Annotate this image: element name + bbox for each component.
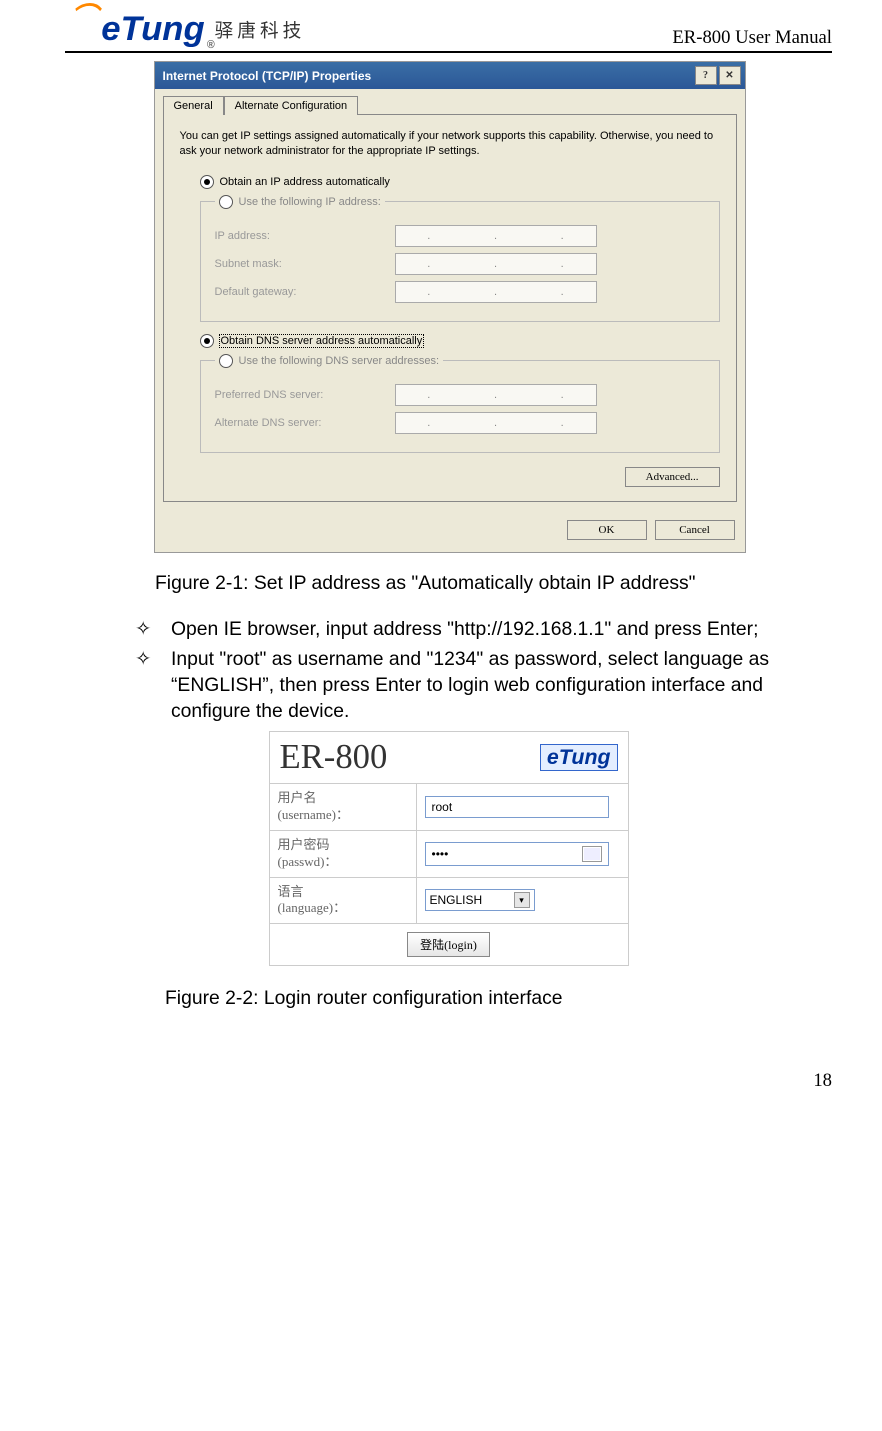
username-input[interactable]: root <box>425 796 609 818</box>
step2-text: Input "root" as username and "1234" as p… <box>171 647 832 725</box>
password-row: 用户密码 (passwd)： •••• <box>270 831 628 878</box>
subnet-label: Subnet mask: <box>215 258 395 270</box>
password-input[interactable]: •••• <box>425 842 609 866</box>
login-header: ER-800 eTung <box>270 732 628 784</box>
diamond-bullet-icon: ✧ <box>135 647 171 725</box>
step1-text: Open IE browser, input address "http://1… <box>171 617 758 643</box>
radio-checked-icon <box>200 175 214 189</box>
advanced-button[interactable]: Advanced... <box>625 467 720 487</box>
instruction-list: ✧ Open IE browser, input address "http:/… <box>135 617 832 725</box>
username-value: root <box>432 800 453 814</box>
username-row: 用户名 (username)： root <box>270 784 628 831</box>
radio-obtain-ip-auto[interactable]: Obtain an IP address automatically <box>200 175 720 189</box>
close-button[interactable]: ✕ <box>719 66 741 85</box>
wifi-arc-icon: ⌒ <box>71 2 98 32</box>
gateway-input[interactable]: ... <box>395 281 597 303</box>
product-name: ER-800 <box>280 738 388 777</box>
radio-unchecked-icon <box>219 354 233 368</box>
static-ip-group: Use the following IP address: IP address… <box>200 195 720 322</box>
radio-obtain-dns-auto[interactable]: Obtain DNS server address automatically <box>200 334 720 348</box>
language-label: 语言 (language)： <box>270 878 417 924</box>
ok-button[interactable]: OK <box>567 520 647 540</box>
page-number: 18 <box>65 1070 832 1092</box>
subnet-field: Subnet mask: ... <box>215 253 705 275</box>
radio-static-dns-label: Use the following DNS server addresses: <box>239 355 440 367</box>
password-label: 用户密码 (passwd)： <box>270 831 417 877</box>
dialog-titlebar: Internet Protocol (TCP/IP) Properties ? … <box>155 62 745 89</box>
etung-logo: ⌒ eTung® <box>65 10 205 49</box>
tabs-row: General Alternate Configuration <box>155 89 745 114</box>
login-screenshot: ER-800 eTung 用户名 (username)： root 用户密码 (… <box>269 731 629 966</box>
help-icon: ? <box>703 70 708 81</box>
radio-static-ip-label: Use the following IP address: <box>239 196 381 208</box>
figure-2-1-caption: Figure 2-1: Set IP address as "Automatic… <box>155 573 832 595</box>
language-value: ENGLISH <box>430 893 483 907</box>
logo-block: ⌒ eTung® 驿唐科技 <box>65 10 305 49</box>
ip-address-input[interactable]: ... <box>395 225 597 247</box>
ip-address-label: IP address: <box>215 230 395 242</box>
logo-chinese: 驿唐科技 <box>215 16 306 43</box>
page-header: ⌒ eTung® 驿唐科技 ER-800 User Manual <box>65 10 832 53</box>
password-value: •••• <box>432 847 449 861</box>
login-button[interactable]: 登陆(login) <box>407 932 490 957</box>
tab-alternate[interactable]: Alternate Configuration <box>224 96 359 115</box>
username-label: 用户名 (username)： <box>270 784 417 830</box>
preferred-dns-label: Preferred DNS server: <box>215 389 395 401</box>
instruction-step-1: ✧ Open IE browser, input address "http:/… <box>135 617 832 643</box>
tab-panel-general: You can get IP settings assigned automat… <box>163 114 737 502</box>
static-dns-group: Use the following DNS server addresses: … <box>200 354 720 453</box>
logo-text: eTung <box>101 10 204 48</box>
chevron-down-icon: ▾ <box>514 892 530 908</box>
help-button[interactable]: ? <box>695 66 717 85</box>
keyboard-icon[interactable] <box>582 846 602 862</box>
language-select[interactable]: ENGLISH ▾ <box>425 889 535 911</box>
instruction-step-2: ✧ Input "root" as username and "1234" as… <box>135 647 832 725</box>
tcpip-dialog-screenshot: Internet Protocol (TCP/IP) Properties ? … <box>154 61 744 553</box>
registered-icon: ® <box>207 39 215 51</box>
diamond-bullet-icon: ✧ <box>135 617 171 643</box>
close-icon: ✕ <box>725 70 733 81</box>
preferred-dns-input[interactable]: ... <box>395 384 597 406</box>
ip-address-field: IP address: ... <box>215 225 705 247</box>
preferred-dns-field: Preferred DNS server: ... <box>215 384 705 406</box>
dialog-title: Internet Protocol (TCP/IP) Properties <box>163 69 372 83</box>
tab-general[interactable]: General <box>163 96 224 115</box>
cancel-button[interactable]: Cancel <box>655 520 735 540</box>
radio-auto-ip-label: Obtain an IP address automatically <box>220 176 390 188</box>
gateway-label: Default gateway: <box>215 286 395 298</box>
radio-use-static-ip[interactable]: Use the following IP address: <box>219 195 381 209</box>
radio-unchecked-icon <box>219 195 233 209</box>
alternate-dns-field: Alternate DNS server: ... <box>215 412 705 434</box>
radio-use-static-dns[interactable]: Use the following DNS server addresses: <box>219 354 440 368</box>
document-title: ER-800 User Manual <box>672 27 832 49</box>
figure-2-2-caption: Figure 2-2: Login router configuration i… <box>165 988 832 1010</box>
language-row: 语言 (language)： ENGLISH ▾ <box>270 878 628 925</box>
dialog-description: You can get IP settings assigned automat… <box>180 129 720 159</box>
subnet-input[interactable]: ... <box>395 253 597 275</box>
radio-auto-dns-label: Obtain DNS server address automatically <box>220 335 424 347</box>
gateway-field: Default gateway: ... <box>215 281 705 303</box>
etung-small-logo: eTung <box>540 744 618 771</box>
alternate-dns-label: Alternate DNS server: <box>215 417 395 429</box>
alternate-dns-input[interactable]: ... <box>395 412 597 434</box>
radio-checked-icon <box>200 334 214 348</box>
